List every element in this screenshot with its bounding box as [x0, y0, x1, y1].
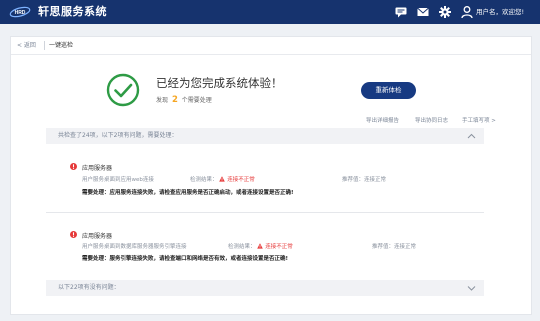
retest-button[interactable]: 重新体检	[361, 82, 416, 99]
chevron-down-icon[interactable]	[467, 284, 476, 292]
user-icon[interactable]	[460, 5, 474, 19]
issue-item: 应用服务器 用户服务桌面到数据库服务器服务引擎连接 检测结果： 连接不正常 推荐…	[46, 228, 484, 268]
issue-check-item: 用户服务桌面到应用web连接	[82, 177, 154, 183]
result-value: 连接不正常	[227, 177, 255, 183]
back-link[interactable]: < 返回	[17, 37, 36, 54]
recommend-label: 推荐值：	[342, 177, 365, 183]
error-icon	[70, 163, 77, 170]
chevron-up-icon[interactable]	[467, 132, 476, 140]
result-title: 已经为您完成系统体验！	[156, 76, 283, 90]
breadcrumb: < 返回 一键巡检	[11, 37, 531, 55]
result-sub-prefix: 发现	[156, 97, 169, 104]
logo-icon: HRD	[9, 6, 31, 18]
issues-section-header[interactable]: 共检查了24项，以下2项有问题，需要处理：	[46, 128, 484, 144]
result-label: 检测结果：	[190, 177, 218, 183]
issue-title: 应用服务器	[82, 233, 113, 240]
export-log-link[interactable]: 导出协同日志	[415, 116, 448, 124]
user-greeting[interactable]: 用户名，欢迎您!	[476, 4, 524, 20]
ok-section-title: 以下22项有没有问题：	[58, 284, 120, 291]
issue-item: 应用服务器 用户服务桌面到应用web连接 检测结果： 连接不正常 推荐值：连接正…	[46, 160, 484, 200]
result-sub-suffix: 个需要处理	[181, 97, 212, 104]
error-icon	[70, 231, 77, 238]
app-title: 轩思服务系统	[38, 5, 107, 18]
ok-section-header[interactable]: 以下22项有没有问题：	[46, 280, 484, 296]
breadcrumb-current: 一键巡检	[49, 42, 74, 49]
warning-icon	[257, 243, 264, 249]
issue-count: 2	[171, 95, 178, 105]
export-report-link[interactable]: 导出详细报告	[366, 116, 399, 124]
issue-recommend: 推荐值：连接正常	[342, 175, 386, 183]
issue-check-item: 用户服务桌面到数据库服务器服务引擎连接	[82, 244, 187, 250]
top-bar: HRD 轩思服务系统 用户名，欢迎您!	[0, 0, 540, 24]
svg-text:HRD: HRD	[15, 10, 26, 16]
issue-result: 检测结果： 连接不正常	[228, 242, 293, 250]
recommend-value: 连接正常	[394, 244, 417, 250]
result-subtitle: 发现 2 个需要处理	[156, 95, 212, 105]
issues-section-title: 共检查了24项，以下2项有问题，需要处理：	[58, 132, 178, 139]
issue-title: 应用服务器	[82, 165, 113, 172]
issue-fix-text: 需要处理：服务引擎连接失败，请检查端口和网络是否有效，或者连接设置是否正确!	[82, 256, 289, 262]
chat-icon[interactable]	[394, 5, 408, 19]
issue-result: 检测结果： 连接不正常	[190, 175, 255, 183]
result-label: 检测结果：	[228, 244, 256, 250]
mail-icon[interactable]	[416, 5, 430, 19]
manual-fill-link[interactable]: 手工填写项 >	[462, 116, 496, 124]
warning-icon	[219, 176, 226, 182]
divider	[46, 212, 484, 213]
recommend-value: 连接正常	[364, 177, 387, 183]
breadcrumb-divider	[44, 41, 45, 50]
success-check-icon	[106, 73, 140, 107]
recommend-label: 推荐值：	[372, 244, 395, 250]
result-value: 连接不正常	[265, 244, 293, 250]
gear-icon[interactable]	[438, 5, 452, 19]
export-links: 导出详细报告 导出协同日志 手工填写项 >	[11, 116, 526, 125]
issue-recommend: 推荐值：连接正常	[372, 242, 416, 250]
issue-fix-text: 需要处理：应用服务连接失败，请检查应用服务是否正确启动，或者连接设置是否正确!	[82, 190, 294, 196]
